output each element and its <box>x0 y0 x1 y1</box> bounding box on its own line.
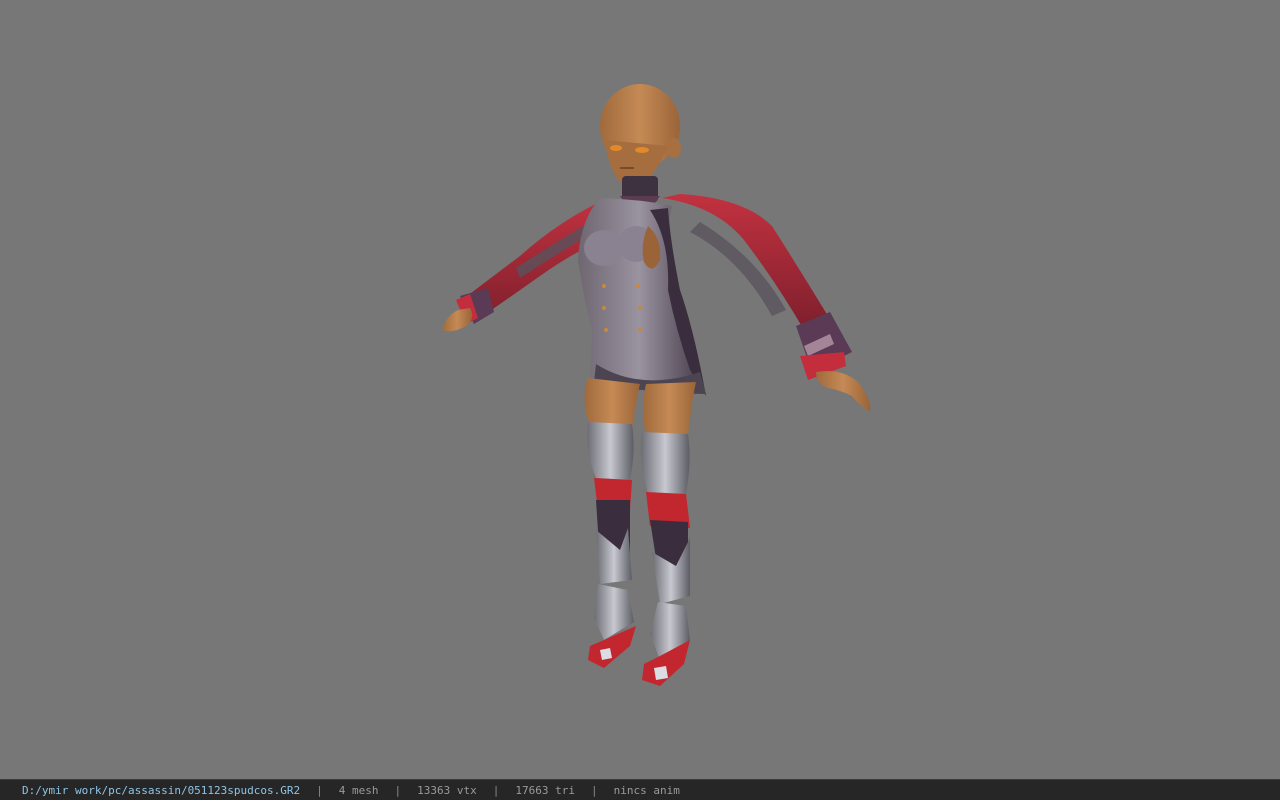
separator: | <box>394 783 402 797</box>
model-torso <box>578 198 706 396</box>
separator: | <box>591 783 598 797</box>
file-path: D:/ymir work/pc/assassin/051123spudcos.G… <box>22 783 301 797</box>
model-legs <box>584 378 696 686</box>
mesh-count: 4 mesh <box>338 783 379 797</box>
model-head <box>600 84 681 190</box>
triangle-count: 17663 tri <box>515 783 575 797</box>
status-bar: D:/ymir work/pc/assassin/051123spudcos.G… <box>0 779 1280 800</box>
separator: | <box>316 783 323 797</box>
animation-status: nincs anim <box>613 783 680 797</box>
vertex-count: 13363 vtx <box>417 783 477 797</box>
character-model <box>442 84 871 686</box>
3d-viewport[interactable] <box>0 0 1280 779</box>
separator: | <box>492 783 500 797</box>
